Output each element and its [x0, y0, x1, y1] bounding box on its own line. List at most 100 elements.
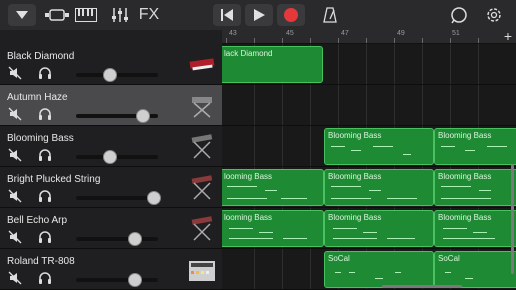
volume-slider[interactable]	[76, 68, 158, 82]
volume-slider-thumb[interactable]	[103, 68, 118, 82]
track-name: Blooming Bass	[7, 133, 74, 144]
drum-machine-icon	[189, 261, 215, 281]
region-socal[interactable]: SoCal	[434, 251, 516, 288]
headphones-icon[interactable]	[38, 107, 52, 121]
bar-number: 51	[452, 30, 460, 37]
top-toolbar: FX	[0, 0, 516, 31]
mute-icon[interactable]	[8, 230, 22, 244]
add-section-button[interactable]: +	[504, 28, 512, 44]
headphones-icon[interactable]	[38, 271, 52, 285]
mute-icon[interactable]	[8, 66, 22, 80]
lane-bell-echo-arp: looming Bass Blooming Bass Blooming Bass	[222, 208, 516, 249]
volume-slider-thumb[interactable]	[128, 273, 143, 287]
keyboard-icon	[75, 8, 97, 22]
track-menu-button[interactable]	[8, 4, 36, 26]
region-blooming-bass[interactable]: looming Bass	[222, 210, 324, 247]
mute-icon[interactable]	[8, 189, 22, 203]
track-header-bell-echo-arp[interactable]: Bell Echo Arp	[0, 208, 222, 249]
tracks-view-button[interactable]	[44, 4, 70, 26]
keyboard-stand-icon	[191, 216, 213, 241]
volume-slider[interactable]	[76, 191, 161, 205]
mute-icon[interactable]	[8, 148, 22, 162]
region-blooming-bass[interactable]: Blooming Bass	[434, 210, 516, 247]
volume-slider-thumb[interactable]	[146, 191, 161, 205]
region-label: lack Diamond	[224, 49, 273, 58]
track-header-roland-tr-808[interactable]: Roland TR-808	[0, 249, 222, 290]
track-name: Bell Echo Arp	[7, 215, 68, 226]
volume-slider[interactable]	[76, 232, 158, 246]
volume-slider[interactable]	[76, 150, 158, 164]
region-label: SoCal	[328, 254, 350, 263]
dropdown-triangle-icon	[16, 11, 28, 19]
track-name: Black Diamond	[7, 51, 75, 62]
track-header-blooming-bass[interactable]: Blooming Bass	[0, 126, 222, 167]
region-label: Blooming Bass	[328, 131, 382, 140]
loop-browser-button[interactable]	[448, 4, 470, 26]
volume-slider-thumb[interactable]	[136, 109, 151, 123]
region-blooming-bass[interactable]: Blooming Bass	[324, 128, 434, 165]
bar-number: 45	[286, 30, 294, 37]
keyboard-stand-icon	[191, 175, 213, 200]
loop-icon	[451, 7, 467, 24]
region-black-diamond[interactable]: lack Diamond	[222, 46, 323, 83]
volume-slider[interactable]	[76, 273, 158, 287]
region-socal[interactable]: SoCal	[324, 251, 434, 288]
volume-slider-thumb[interactable]	[128, 232, 143, 246]
headphones-icon[interactable]	[38, 66, 52, 80]
mute-icon[interactable]	[8, 107, 22, 121]
region-blooming-bass[interactable]: looming Bass	[222, 169, 324, 206]
region-label: Blooming Bass	[328, 172, 382, 181]
region-blooming-bass[interactable]: Blooming Bass	[324, 210, 434, 247]
region-blooming-bass[interactable]: Blooming Bass	[434, 128, 516, 165]
lane-autumn-haze	[222, 85, 516, 126]
region-blooming-bass[interactable]: Blooming Bass	[324, 169, 434, 206]
region-label: Blooming Bass	[438, 172, 492, 181]
track-name: Roland TR-808	[7, 256, 75, 267]
synth-keyboard-icon	[189, 58, 215, 71]
region-label: looming Bass	[224, 213, 273, 222]
track-headers: Black Diamond Autumn Haze Blooming Bass …	[0, 30, 222, 290]
track-name: Autumn Haze	[7, 92, 68, 103]
region-label: Blooming Bass	[438, 213, 492, 222]
volume-slider[interactable]	[76, 109, 158, 123]
region-label: Blooming Bass	[328, 213, 382, 222]
go-to-beginning-button[interactable]	[213, 4, 241, 26]
tracks-view-icon	[45, 9, 69, 21]
track-header-bright-plucked-string[interactable]: Bright Plucked String	[0, 167, 222, 208]
metronome-button[interactable]	[320, 4, 340, 26]
region-label: SoCal	[438, 254, 460, 263]
bar-number: 43	[229, 30, 237, 37]
keyboard-button[interactable]	[74, 4, 98, 26]
play-button[interactable]	[245, 4, 273, 26]
horizontal-scrollbar[interactable]	[382, 285, 462, 288]
mute-icon[interactable]	[8, 271, 22, 285]
fx-button[interactable]: FX	[136, 4, 162, 26]
bar-number: 49	[397, 30, 405, 37]
record-dot-icon	[284, 8, 298, 22]
play-icon	[254, 9, 265, 21]
track-header-autumn-haze[interactable]: Autumn Haze	[0, 85, 222, 126]
lane-roland-tr-808: SoCal SoCal	[222, 249, 516, 290]
lane-bright-plucked-string: looming Bass Blooming Bass Blooming Bass	[222, 167, 516, 208]
track-name: Bright Plucked String	[7, 174, 101, 185]
region-blooming-bass[interactable]: Blooming Bass	[434, 169, 516, 206]
mixer-button[interactable]	[108, 4, 132, 26]
skip-back-icon	[221, 9, 233, 21]
headphones-icon[interactable]	[38, 189, 52, 203]
headphones-icon[interactable]	[38, 230, 52, 244]
metronome-icon	[323, 7, 337, 23]
settings-button[interactable]	[483, 4, 505, 26]
lane-black-diamond: lack Diamond	[222, 44, 516, 85]
vertical-scrollbar[interactable]	[511, 164, 514, 274]
headphones-icon[interactable]	[38, 148, 52, 162]
timeline-ruler[interactable]: 43 45 47 49 51 +	[222, 28, 516, 44]
tracks-timeline[interactable]: lack Diamond Blooming Bass Blooming Bass…	[222, 44, 516, 290]
region-label: looming Bass	[224, 172, 273, 181]
region-label: Blooming Bass	[438, 131, 492, 140]
mixer-sliders-icon	[112, 8, 128, 22]
record-button[interactable]	[277, 4, 305, 26]
track-header-black-diamond[interactable]: Black Diamond	[0, 44, 222, 85]
gear-icon	[487, 8, 501, 22]
keyboard-stand-icon	[192, 97, 212, 118]
volume-slider-thumb[interactable]	[103, 150, 118, 164]
